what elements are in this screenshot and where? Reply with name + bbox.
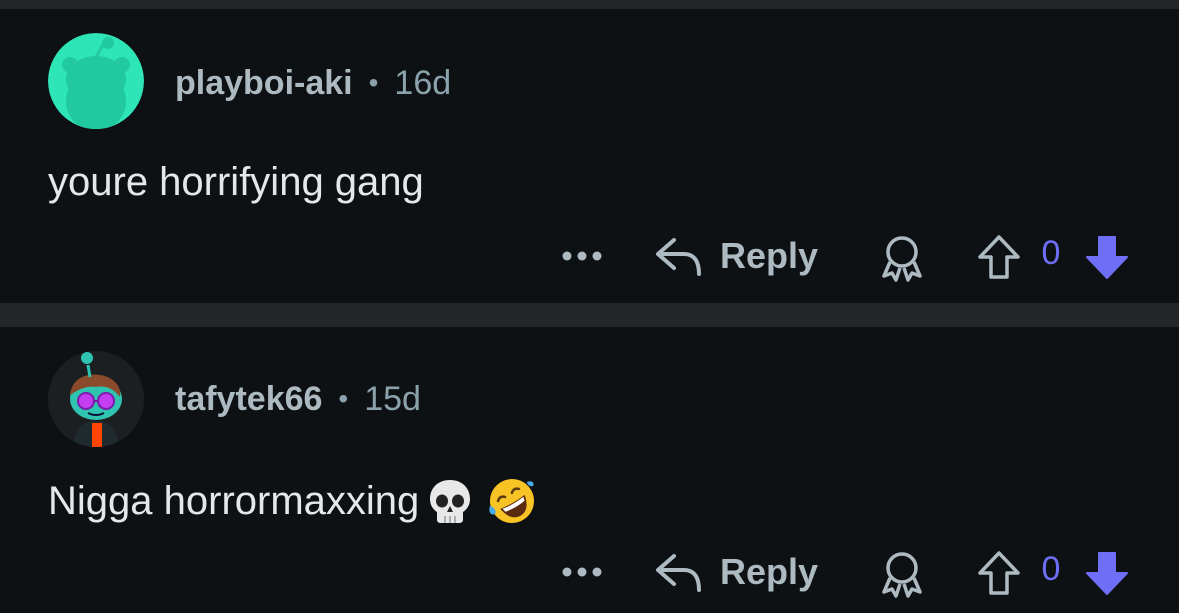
more-icon[interactable]	[560, 246, 604, 266]
rolling-on-floor-laughing-emoji-icon	[489, 479, 535, 523]
reply-button[interactable]: Reply	[654, 228, 818, 284]
avatar[interactable]	[48, 351, 144, 447]
comment-text: Nigga horrormaxxing	[48, 478, 420, 523]
reply-label: Reply	[720, 235, 819, 276]
comment: tafytek66 • 15d Nigga horrormaxxing Repl…	[0, 327, 1179, 613]
username[interactable]: playboi-aki	[175, 64, 353, 103]
reply-icon	[656, 554, 701, 592]
skull-emoji-icon	[430, 480, 471, 523]
comment-meta: playboi-aki • 16d	[175, 63, 451, 103]
comment-text: youre horrifying gang	[48, 159, 424, 204]
reply-button[interactable]: Reply	[654, 544, 818, 600]
downvote-icon[interactable]	[1082, 548, 1132, 598]
reply-label: Reply	[720, 551, 819, 592]
username[interactable]: tafytek66	[175, 380, 322, 419]
comment-divider	[0, 303, 1179, 327]
custom-snoo-avatar-icon	[48, 351, 144, 447]
meta-separator: •	[368, 67, 379, 98]
comment-text-row: Nigga horrormaxxing	[48, 473, 537, 529]
top-divider	[0, 0, 1179, 9]
vote-score: 0	[1041, 550, 1061, 588]
comment: playboi-aki • 16d youre horrifying gang …	[0, 9, 1179, 303]
comment-age: 15d	[364, 379, 421, 418]
comment-age: 16d	[394, 63, 452, 102]
green-snoo-avatar-icon	[48, 33, 144, 129]
award-icon[interactable]	[876, 548, 928, 600]
reply-icon	[656, 238, 701, 276]
meta-separator: •	[338, 383, 349, 414]
comment-actions: Reply 0	[0, 542, 1179, 602]
award-icon[interactable]	[876, 232, 928, 284]
comment-meta: tafytek66 • 15d	[175, 379, 421, 419]
avatar[interactable]	[48, 33, 144, 129]
comment-actions: Reply 0	[0, 226, 1179, 286]
upvote-icon[interactable]	[974, 548, 1024, 598]
more-icon[interactable]	[560, 562, 604, 582]
downvote-icon[interactable]	[1082, 232, 1132, 282]
upvote-icon[interactable]	[974, 232, 1024, 282]
vote-score: 0	[1041, 234, 1061, 272]
